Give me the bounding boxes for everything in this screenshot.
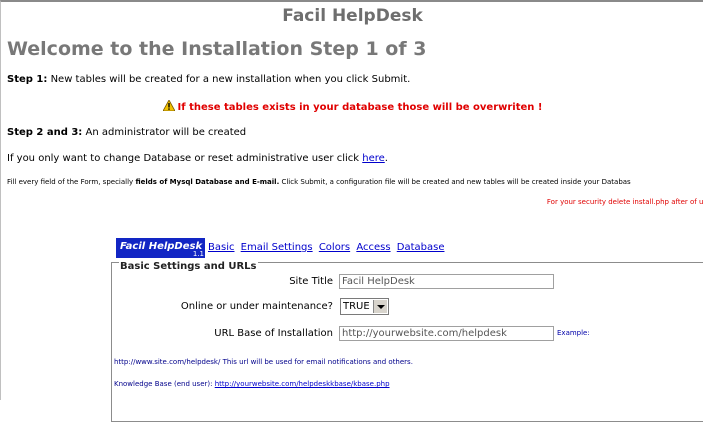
url-base-label: URL Base of Installation [214,328,333,339]
facil-helpdesk-logo: Facil HelpDesk 1.1 [116,238,205,258]
tab-basic[interactable]: Basic [208,242,234,253]
step23-line: Step 2 and 3: An administrator will be c… [7,127,246,138]
security-note: For your security delete install.php aft… [546,198,703,206]
change-db-line: If you only want to change Database or r… [7,153,388,164]
site-title-label: Site Title [289,276,333,287]
tab-database[interactable]: Database [397,242,445,253]
instructions-post: Click Submit, a configuration file will … [281,178,631,186]
kb-link[interactable]: http://yourwebsite.com/helpdeskkbase/kba… [215,380,390,388]
chevron-down-icon[interactable] [373,300,387,313]
url-note-text: This url will be used for email notifica… [222,358,413,366]
online-select-value: TRUE [343,301,370,312]
logo-title: Facil HelpDesk [120,241,203,252]
step1-line: Step 1: New tables will be created for a… [7,74,410,85]
kb-note-label: Knowledge Base (end user): [114,380,213,388]
logo-version: 1.1 [192,250,204,258]
instructions-bold: fields of Mysql Database and E-mail. [135,178,280,186]
kb-note: Knowledge Base (end user): http://yourwe… [114,380,390,388]
url-note-url: http://www.site.com/helpdesk/ [114,358,221,366]
tab-colors[interactable]: Colors [319,242,350,253]
instructions-pre: Fill every field of the Form, specially [7,178,134,186]
online-select[interactable]: TRUE [340,298,389,315]
instructions-line: Fill every field of the Form, specially … [7,178,631,186]
step23-text: An administrator will be created [85,127,247,138]
url-note: http://www.site.com/helpdesk/ This url w… [114,358,413,366]
here-link[interactable]: here [362,153,385,164]
tab-access[interactable]: Access [356,242,390,253]
warning-text: If these tables exists in your database … [177,102,543,113]
step1-text: New tables will be created for a new ins… [50,74,411,85]
online-label: Online or under maintenance? [180,301,333,312]
change-db-suffix: . [384,153,388,164]
change-db-text: If you only want to change Database or r… [7,153,360,164]
overwrite-warning: If these tables exists in your database … [1,100,703,113]
settings-tabs: Basic Email Settings Colors Access Datab… [208,242,447,253]
step1-label: Step 1: [7,74,48,85]
page-title: Welcome to the Installation Step 1 of 3 [7,38,427,60]
site-title-input[interactable]: Facil HelpDesk [339,274,554,289]
step23-label: Step 2 and 3: [7,127,83,138]
app-title: Facil HelpDesk [282,6,423,26]
tab-email-settings[interactable]: Email Settings [241,242,313,253]
url-base-input[interactable]: http://yourwebsite.com/helpdesk [339,326,554,341]
section-title: Basic Settings and URLs [119,261,258,272]
warning-icon [162,100,175,111]
url-example-label: Example: [557,329,590,337]
